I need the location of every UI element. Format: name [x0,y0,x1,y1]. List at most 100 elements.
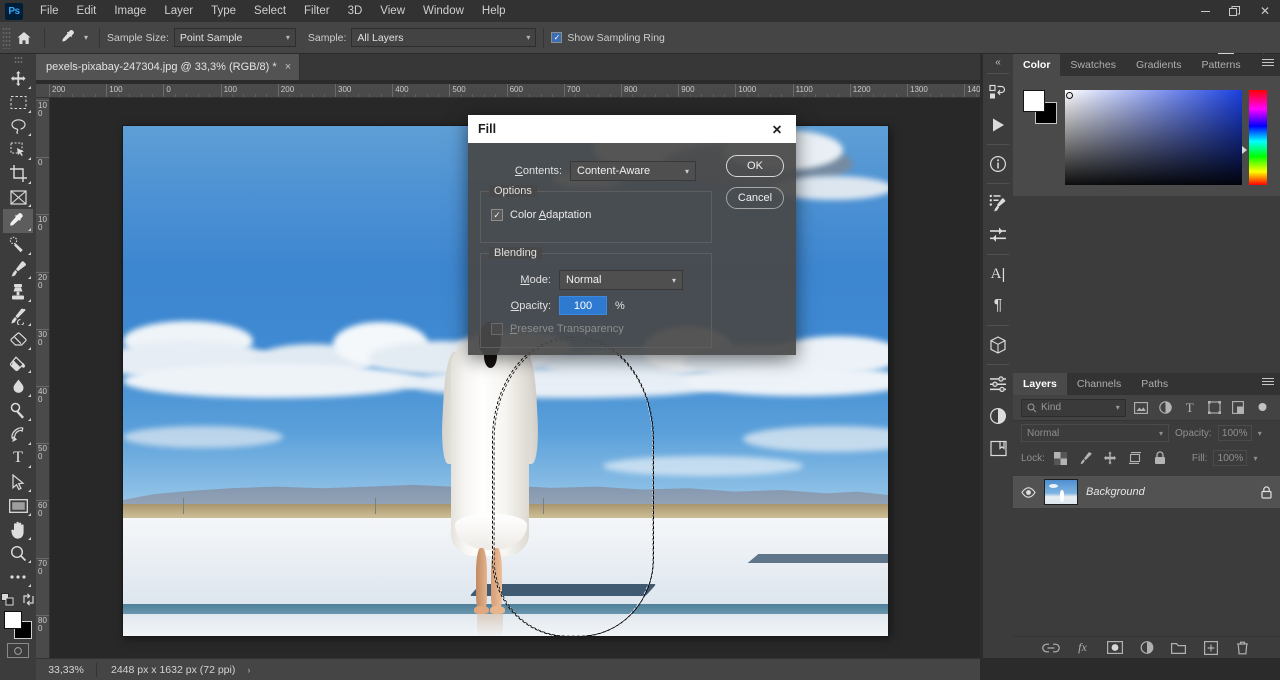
lasso-tool[interactable] [3,115,33,139]
restore-button[interactable] [1220,0,1250,22]
shape-filter-icon[interactable] [1205,399,1223,417]
tab-layers[interactable]: Layers [1013,373,1067,395]
rectangle-tool[interactable] [3,494,33,518]
tab-channels[interactable]: Channels [1066,373,1132,395]
quick-selection-tool[interactable] [3,138,33,162]
pen-tool[interactable] [3,423,33,447]
spot-healing-brush-tool[interactable] [3,233,33,257]
blend-mode-select[interactable]: Normal ▾ [1021,424,1169,442]
lock-position-icon[interactable] [1101,449,1120,467]
smart-object-filter-icon[interactable] [1229,399,1247,417]
menu-view[interactable]: View [371,2,414,20]
cancel-button[interactable]: Cancel [726,187,784,209]
layer-opacity-value[interactable]: 100% [1217,425,1252,441]
play-icon[interactable] [983,109,1013,141]
menu-type[interactable]: Type [202,2,245,20]
edit-toolbar-button[interactable] [3,565,33,589]
layer-lock-icon[interactable] [1261,485,1272,499]
opacity-chevron-down-icon[interactable]: ▾ [1258,429,1262,438]
menu-layer[interactable]: Layer [155,2,202,20]
tab-swatches[interactable]: Swatches [1060,54,1126,76]
lock-all-icon[interactable] [1151,449,1170,467]
hue-strip[interactable] [1249,90,1267,185]
menu-window[interactable]: Window [414,2,473,20]
fill-dialog[interactable]: Fill ✕ Contents: Content-Aware ▾ Options… [468,115,796,355]
lock-transparent-icon[interactable] [1051,449,1070,467]
vertical-ruler[interactable]: 1000100200300400500600700800900100011001… [36,98,50,658]
tab-paths[interactable]: Paths [1131,373,1179,395]
status-expand-icon[interactable]: › [247,665,250,675]
foreground-color-swatch[interactable] [4,610,22,629]
collapse-panels-button[interactable]: « [983,54,1013,70]
libraries-icon[interactable] [983,432,1013,464]
preserve-transparency-checkbox[interactable]: Preserve Transparency [491,323,701,335]
panel-menu-icon[interactable] [1262,59,1274,71]
menu-filter[interactable]: Filter [295,2,339,20]
adjustment-filter-icon[interactable] [1156,399,1174,417]
history-brush-tool[interactable] [3,304,33,328]
zoom-level[interactable]: 33,33% [36,664,96,676]
paragraph-icon[interactable]: ¶ [983,290,1013,322]
new-layer-icon[interactable] [1202,639,1220,657]
opacity-input[interactable]: 100 [559,296,607,315]
document-tab[interactable]: pexels-pixabay-247304.jpg @ 33,3% (RGB/8… [36,54,301,80]
character-icon[interactable]: A | [983,258,1013,290]
layer-kind-filter[interactable]: Kind ▾ [1021,398,1126,417]
link-layers-icon[interactable] [1041,639,1060,657]
delete-layer-icon[interactable] [1234,639,1252,657]
color-adaptation-checkbox[interactable]: ✓ Color Adaptation [491,209,701,221]
dialog-title-bar[interactable]: Fill ✕ [468,115,796,143]
menu-select[interactable]: Select [245,2,295,20]
menu-3d[interactable]: 3D [339,2,372,20]
color-panel[interactable] [1013,76,1280,196]
menu-image[interactable]: Image [105,2,155,20]
pixel-filter-icon[interactable] [1132,399,1150,417]
lock-artboard-icon[interactable] [1126,449,1145,467]
frame-tool[interactable] [3,186,33,210]
path-selection-tool[interactable] [3,470,33,494]
type-tool[interactable]: T [3,447,33,471]
layer-mask-icon[interactable] [1106,639,1124,657]
swap-colors-icon[interactable] [22,593,35,606]
tool-preset-chevron-down-icon[interactable]: ▾ [84,33,88,42]
new-group-icon[interactable] [1170,639,1188,657]
history-icon[interactable] [983,77,1013,109]
default-colors-icon[interactable] [1,592,15,606]
dodge-tool[interactable] [3,399,33,423]
info-icon[interactable] [983,148,1013,180]
brush-tool[interactable] [3,257,33,281]
crop-tool[interactable] [3,162,33,186]
type-filter-icon[interactable]: T [1181,399,1199,417]
blur-smudge-tool[interactable] [3,375,33,399]
menu-file[interactable]: File [31,2,68,20]
sample-select[interactable]: All Layers ▾ [351,28,537,47]
close-icon[interactable]: × [285,61,291,73]
adjustments-icon[interactable] [983,219,1013,251]
adjustment-layer-icon[interactable] [983,400,1013,432]
clone-stamp-tool[interactable] [3,281,33,305]
color-field[interactable] [1065,90,1242,185]
mode-select[interactable]: Normal ▾ [559,270,683,290]
table-row[interactable]: Background [1013,475,1280,509]
tab-patterns[interactable]: Patterns [1191,54,1251,76]
layer-fill-value[interactable]: 100% [1213,450,1248,466]
contents-select[interactable]: Content-Aware ▾ [570,161,696,181]
layer-visibility-icon[interactable] [1021,486,1036,498]
minimize-button[interactable] [1190,0,1220,22]
hand-tool[interactable] [3,518,33,542]
tools-panel-grip[interactable] [13,56,23,66]
filter-toggle-icon[interactable] [1254,399,1272,417]
home-icon[interactable] [11,25,37,51]
tab-color[interactable]: Color [1013,54,1061,76]
brush-settings-icon[interactable] [983,187,1013,219]
tab-gradients[interactable]: Gradients [1125,54,1192,76]
color-panel-swatches[interactable] [1023,90,1057,124]
layer-style-icon[interactable]: fx [1074,639,1092,657]
close-icon[interactable]: ✕ [768,122,786,137]
foreground-color-swatch[interactable] [1023,90,1045,112]
lock-image-icon[interactable] [1076,449,1095,467]
show-sampling-ring-checkbox[interactable]: ✓ Show Sampling Ring [551,32,669,44]
color-field-marker[interactable] [1066,92,1073,99]
eraser-tool[interactable] [3,328,33,352]
quick-mask-button[interactable] [7,643,29,659]
